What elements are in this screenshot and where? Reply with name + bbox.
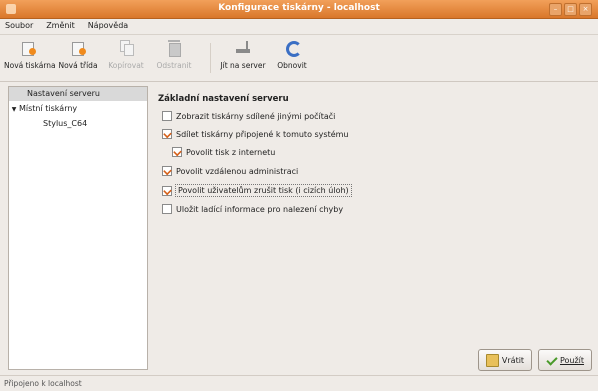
new-printer-label: Nová tiskárna <box>4 61 56 70</box>
option-remote-admin[interactable]: Povolit vzdálenou administraci <box>162 166 298 176</box>
option-cancel-jobs[interactable]: Povolit uživatelům zrušit tisk (i cizích… <box>162 184 352 197</box>
option-label: Sdílet tiskárny připojené k tomuto systé… <box>176 129 349 139</box>
menu-file[interactable]: Soubor <box>0 19 38 30</box>
sidebar-item-printer[interactable]: Stylus_C64 <box>9 116 147 131</box>
new-class-button[interactable]: Nová třída <box>56 39 100 77</box>
checkbox-share-printers[interactable] <box>162 129 172 139</box>
revert-icon <box>485 353 499 367</box>
delete-label: Odstranit <box>156 61 192 70</box>
local-printers-label: Místní tiskárny <box>19 104 78 113</box>
toolbar-separator <box>210 43 211 73</box>
toolbar: Nová tiskárna Nová třída Kopírovat Odstr… <box>0 35 598 82</box>
copy-icon <box>118 39 134 56</box>
option-debug-log[interactable]: Uložit ladící informace pro nalezení chy… <box>162 204 343 214</box>
title-bar: Konfigurace tiskárny - localhost – □ × <box>0 0 598 19</box>
new-printer-icon <box>20 39 36 56</box>
refresh-button[interactable]: Obnovit <box>272 39 312 77</box>
checkbox-cancel-jobs[interactable] <box>162 185 172 196</box>
refresh-icon <box>284 39 302 57</box>
section-heading: Základní nastavení serveru <box>158 94 289 104</box>
menu-bar: Soubor Změnit Nápověda <box>0 19 598 35</box>
checkbox-remote-admin[interactable] <box>162 166 172 176</box>
copy-button[interactable]: Kopírovat <box>104 39 148 77</box>
option-internet-print[interactable]: Povolit tisk z internetu <box>172 147 275 157</box>
delete-button[interactable]: Odstranit <box>152 39 196 77</box>
sidebar-item-server-settings[interactable]: Nastavení serveru <box>9 87 147 101</box>
option-label: Zobrazit tiskárny sdílené jinými počítač… <box>176 111 336 121</box>
minimize-icon[interactable]: – <box>549 3 562 16</box>
apply-label: Použít <box>559 355 585 365</box>
maximize-icon[interactable]: □ <box>564 3 577 16</box>
expander-down-icon[interactable]: ▼ <box>9 102 19 117</box>
new-class-icon <box>70 39 86 56</box>
option-show-shared[interactable]: Zobrazit tiskárny sdílené jinými počítač… <box>162 111 335 121</box>
option-share-printers[interactable]: Sdílet tiskárny připojené k tomuto systé… <box>162 129 349 139</box>
revert-button[interactable]: Vrátit <box>478 349 532 371</box>
status-bar: Připojeno k localhost <box>0 375 598 391</box>
new-printer-button[interactable]: Nová tiskárna <box>4 39 56 77</box>
option-label: Povolit vzdálenou administraci <box>176 166 299 176</box>
copy-label: Kopírovat <box>108 61 144 70</box>
menu-help[interactable]: Nápověda <box>83 19 134 30</box>
close-icon[interactable]: × <box>579 3 592 16</box>
new-class-label: Nová třída <box>58 61 98 70</box>
checkbox-debug-log[interactable] <box>162 204 172 214</box>
checkbox-show-shared[interactable] <box>162 111 172 121</box>
sidebar-item-local-printers[interactable]: ▼ Místní tiskárny <box>9 101 147 116</box>
option-label: Povolit tisk z internetu <box>186 147 276 157</box>
option-label: Povolit uživatelům zrušit tisk (i cizích… <box>175 184 352 197</box>
checkbox-internet-print[interactable] <box>172 147 182 157</box>
status-text: Připojeno k localhost <box>4 379 82 388</box>
refresh-label: Obnovit <box>277 61 307 70</box>
sidebar-tree: Nastavení serveru ▼ Místní tiskárny Stylu… <box>8 86 148 370</box>
option-label: Uložit ladící informace pro nalezení chy… <box>176 204 344 214</box>
goto-server-button[interactable]: Jít na server <box>218 39 268 77</box>
trash-icon <box>166 39 182 57</box>
revert-label: Vrátit <box>501 355 525 365</box>
checkmark-icon <box>546 355 557 366</box>
apply-button[interactable]: Použít <box>538 349 592 371</box>
window-controls: – □ × <box>549 3 592 16</box>
server-settings-panel: Základní nastavení serveru Zobrazit tisk… <box>150 86 590 368</box>
menu-edit[interactable]: Změnit <box>41 19 80 30</box>
server-icon <box>235 39 251 55</box>
window-title: Konfigurace tiskárny - localhost <box>218 3 380 13</box>
goto-server-label: Jít na server <box>220 61 266 70</box>
